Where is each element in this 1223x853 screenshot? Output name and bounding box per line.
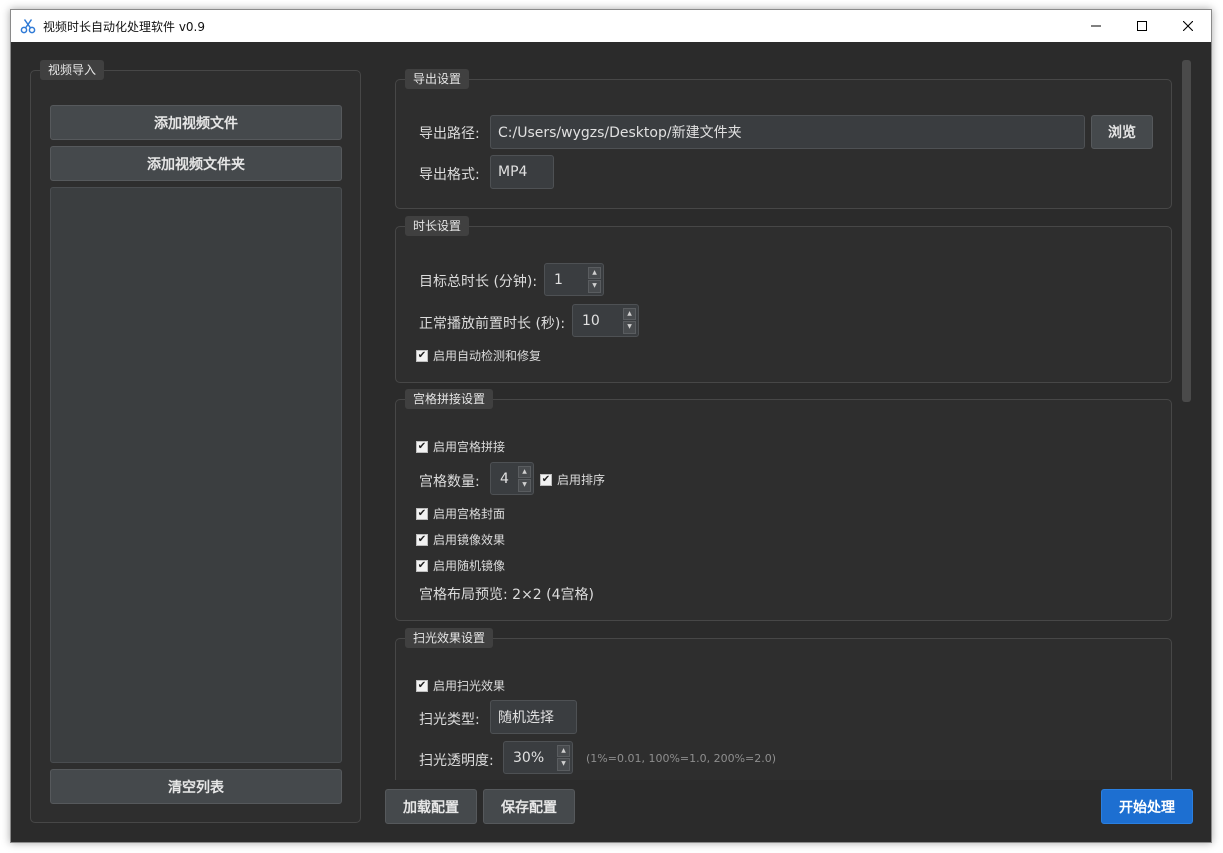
sweep-opacity-spinbox[interactable]: 30% ▲ ▼ — [503, 741, 573, 774]
checkmark-icon: ✔ — [416, 507, 428, 520]
sweep-opacity-hint: (1%=0.01, 100%=1.0, 200%=2.0) — [586, 752, 777, 765]
enable-sort-checkbox[interactable]: ✔ 启用排序 — [540, 471, 605, 488]
spin-down-icon[interactable]: ▼ — [623, 321, 636, 334]
save-config-button[interactable]: 保存配置 — [483, 789, 575, 824]
close-icon — [1183, 21, 1193, 31]
target-duration-label: 目标总时长 (分钟): — [419, 274, 538, 290]
export-settings-title: 导出设置 — [405, 69, 470, 89]
enable-sweep-label: 启用扫光效果 — [433, 679, 506, 693]
pre-duration-label: 正常播放前置时长 (秒): — [419, 316, 566, 332]
export-format-label: 导出格式: — [419, 167, 480, 183]
load-config-button[interactable]: 加载配置 — [385, 789, 477, 824]
checkmark-icon: ✔ — [540, 473, 552, 486]
spin-down-icon[interactable]: ▼ — [518, 479, 531, 492]
target-duration-value: 1 — [554, 271, 563, 288]
start-processing-button[interactable]: 开始处理 — [1101, 789, 1193, 824]
video-import-group: 视频导入 添加视频文件 添加视频文件夹 清空列表 — [30, 60, 361, 823]
sweep-type-label: 扫光类型: — [419, 712, 480, 728]
browse-button[interactable]: 浏览 — [1091, 115, 1153, 149]
clear-list-button[interactable]: 清空列表 — [50, 769, 342, 804]
sweep-settings-title: 扫光效果设置 — [405, 628, 494, 648]
checkmark-icon: ✔ — [416, 559, 428, 572]
sweep-settings-group: 扫光效果设置 ✔ 启用扫光效果 扫光类型: 随机选择 扫光透明度: 30% ▲ … — [395, 628, 1172, 798]
enable-sweep-checkbox[interactable]: ✔ 启用扫光效果 — [416, 677, 505, 694]
target-duration-spinbox[interactable]: 1 ▲ ▼ — [544, 263, 604, 296]
spin-up-icon[interactable]: ▲ — [557, 744, 570, 757]
grid-settings-group: 宫格拼接设置 ✔ 启用宫格拼接 宫格数量: 4 ▲ ▼ ✔ 启用排序 ✔ 启用宫… — [395, 389, 1172, 621]
sweep-opacity-label: 扫光透明度: — [419, 753, 494, 769]
enable-random-mirror-label: 启用随机镜像 — [433, 559, 506, 573]
settings-scrollbar[interactable] — [1180, 60, 1192, 780]
add-video-folder-button[interactable]: 添加视频文件夹 — [50, 146, 342, 181]
checkmark-icon: ✔ — [416, 349, 428, 362]
grid-settings-title: 宫格拼接设置 — [405, 389, 494, 409]
title-bar[interactable]: 视频时长自动化处理软件 v0.9 — [11, 10, 1211, 42]
sweep-opacity-value: 30% — [513, 749, 545, 766]
checkmark-icon: ✔ — [416, 679, 428, 692]
auto-fix-label: 启用自动检测和修复 — [433, 349, 542, 363]
enable-sort-label: 启用排序 — [557, 473, 606, 487]
checkmark-icon: ✔ — [416, 440, 428, 453]
export-path-label: 导出路径: — [419, 126, 480, 142]
export-path-input[interactable]: C:/Users/wygzs/Desktop/新建文件夹 — [490, 115, 1085, 149]
maximize-icon — [1137, 21, 1147, 31]
video-import-title: 视频导入 — [40, 60, 105, 80]
window-title: 视频时长自动化处理软件 v0.9 — [43, 19, 206, 34]
export-settings-group: 导出设置 导出路径: C:/Users/wygzs/Desktop/新建文件夹 … — [395, 69, 1172, 209]
enable-grid-checkbox[interactable]: ✔ 启用宫格拼接 — [416, 438, 505, 455]
enable-mirror-label: 启用镜像效果 — [433, 533, 506, 547]
grid-count-label: 宫格数量: — [419, 474, 480, 490]
pre-duration-value: 10 — [582, 312, 600, 329]
enable-grid-label: 启用宫格拼接 — [433, 440, 506, 454]
enable-cover-label: 启用宫格封面 — [433, 507, 506, 521]
close-button[interactable] — [1165, 10, 1211, 42]
spin-down-icon[interactable]: ▼ — [588, 280, 601, 293]
spin-up-icon[interactable]: ▲ — [623, 307, 636, 320]
minimize-icon — [1091, 25, 1101, 27]
enable-cover-checkbox[interactable]: ✔ 启用宫格封面 — [416, 505, 505, 522]
checkmark-icon: ✔ — [416, 533, 428, 546]
spin-down-icon[interactable]: ▼ — [557, 758, 570, 771]
pre-duration-spinbox[interactable]: 10 ▲ ▼ — [572, 304, 639, 337]
enable-mirror-checkbox[interactable]: ✔ 启用镜像效果 — [416, 531, 505, 548]
scrollbar-thumb[interactable] — [1182, 60, 1191, 402]
minimize-button[interactable] — [1073, 10, 1119, 42]
enable-random-mirror-checkbox[interactable]: ✔ 启用随机镜像 — [416, 557, 505, 574]
spin-up-icon[interactable]: ▲ — [588, 266, 601, 279]
add-video-file-button[interactable]: 添加视频文件 — [50, 105, 342, 140]
grid-count-value: 4 — [500, 470, 509, 487]
maximize-button[interactable] — [1119, 10, 1165, 42]
grid-count-spinbox[interactable]: 4 ▲ ▼ — [490, 462, 534, 495]
sweep-type-select[interactable]: 随机选择 — [490, 700, 577, 734]
export-format-select[interactable]: MP4 — [490, 155, 554, 189]
auto-fix-checkbox[interactable]: ✔ 启用自动检测和修复 — [416, 347, 541, 364]
grid-preview-text: 宫格布局预览: 2×2 (4宫格) — [419, 587, 594, 603]
app-window: 视频时长自动化处理软件 v0.9 视频导入 添加视频文件 添加视频文件夹 清空列… — [10, 9, 1212, 843]
scissors-icon — [20, 18, 36, 34]
video-file-list[interactable] — [50, 187, 342, 763]
duration-settings-group: 时长设置 目标总时长 (分钟): 1 ▲ ▼ 正常播放前置时长 (秒): 10 … — [395, 216, 1172, 383]
spin-up-icon[interactable]: ▲ — [518, 465, 531, 478]
duration-settings-title: 时长设置 — [405, 216, 470, 236]
